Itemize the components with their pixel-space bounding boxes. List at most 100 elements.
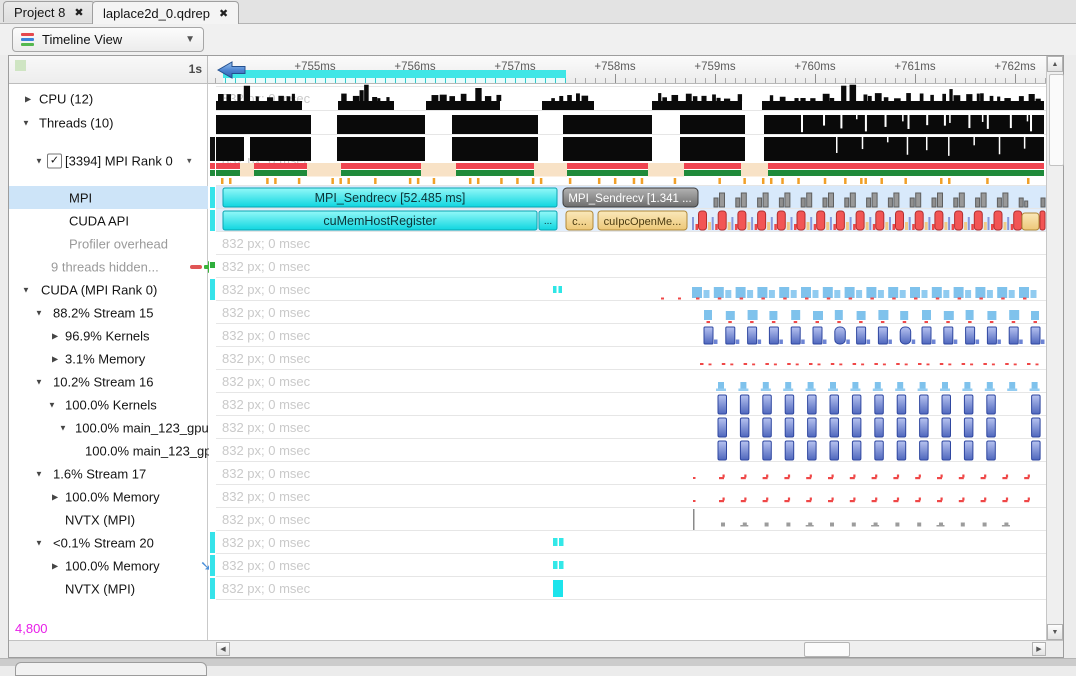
sidebar-item-threads[interactable]: ▼Threads (10) [9,111,208,135]
expand-arrow-icon[interactable]: ▼ [35,308,43,317]
hide-threads-icon[interactable] [190,265,202,269]
tab-qdrep-close-icon[interactable]: ✖ [219,7,228,20]
tab-qdrep[interactable]: laplace2d_0.qdrep ✖ [92,1,239,24]
sidebar-item-label: 100.0% Memory [65,558,160,573]
sidebar-item-profiler-overhead[interactable]: Profiler overhead [9,232,208,255]
sidebar-item-cuda-api[interactable]: CUDA API [9,209,208,232]
timeline-tree: ▶CPU (12)▼Threads (10)▼✓[3394] MPI Rank … [9,84,208,640]
sidebar-item-kernels100[interactable]: ▼100.0% Kernels [9,393,208,416]
sidebar-item-rank0[interactable]: ▼ ✓[3394] MPI Rank 0 ▾ [9,135,208,186]
row-marker-mpi [210,187,215,208]
sidebar-item-label: <0.1% Stream 20 [53,535,154,550]
timeline-row-stream20-row[interactable] [553,538,564,546]
sidebar-item-memory17[interactable]: ▶100.0% Memory [9,485,208,508]
zoom-back-arrow-button[interactable] [216,59,248,81]
timeline-row-kernels969-row[interactable] [704,327,1045,344]
chevron-down-icon[interactable]: ▾ [187,155,192,166]
sidebar-item-memory31[interactable]: ▶ 3.1% Memory [9,347,208,370]
toolbar: Timeline View ▼ 1x i 13 messages [0,24,1076,55]
sidebar-item-label: MPI [69,190,92,205]
thread-checkbox[interactable]: ✓ [47,153,62,168]
expand-arrow-icon[interactable]: ▼ [22,119,30,128]
vertical-scroll-thumb[interactable] [1049,74,1064,166]
sidebar-item-nvtx2[interactable]: NVTX (MPI) [9,577,208,600]
sidebar-item-label: CUDA API [69,213,129,228]
timeline-row-memory17-row[interactable] [693,498,1030,503]
sidebar-item-threads-hidden[interactable]: 9 threads hidden... [9,255,208,278]
sidebar-item-label: [3394] MPI Rank 0 [65,153,173,168]
timeline-row-stream15-row[interactable] [704,310,1039,323]
horizontal-scrollbar[interactable]: ◀ ▶ [216,641,1046,657]
sidebar-item-kernels969[interactable]: ▶ 96.9% Kernels [9,324,208,347]
sidebar-item-cpu[interactable]: ▶CPU (12) [9,87,208,111]
bottom-panel-button[interactable] [15,662,207,676]
collapse-arrow-icon[interactable]: ▶ [52,561,58,570]
timeline-row-stream16-row[interactable] [716,382,1040,391]
svg-text:cuIpcOpenMe...: cuIpcOpenMe... [604,216,682,228]
ruler-selection-ticks [223,78,566,83]
sidebar-item-nvtx1[interactable]: NVTX (MPI) [9,508,208,531]
sidebar-item-stream17[interactable]: ▼ 1.6% Stream 17 [9,462,208,485]
sidebar-item-stream15[interactable]: ▼ 88.2% Stream 15 [9,301,208,324]
scroll-up-icon[interactable]: ▲ [1047,56,1063,72]
timeline-row-main123-row[interactable] [718,418,1040,437]
row-marker-stream20 [210,532,215,553]
sidebar-item-label: 9 threads hidden... [51,259,159,274]
scroll-down-icon[interactable]: ▼ [1047,624,1063,640]
expand-arrow-icon[interactable]: ▼ [35,469,43,478]
timeline-row-cuda-row[interactable] [553,286,1037,300]
ruler-tick-label: +756ms [380,61,450,73]
collapse-arrow-icon[interactable]: ▶ [52,354,58,363]
vertical-scrollbar[interactable]: ▲ ▼ [1046,56,1063,640]
row-marker-cuda [210,279,215,300]
expand-arrow-icon[interactable]: ▼ [22,285,30,294]
sidebar-item-stream16[interactable]: ▼10.2% Stream 16 [9,370,208,393]
timeline-row-nvtx2-row[interactable] [553,580,563,597]
timeline-ruler[interactable]: +755ms+756ms+757ms+758ms+759ms+760ms+761… [208,56,1046,84]
view-selector-dropdown[interactable]: Timeline View ▼ [12,27,204,52]
collapse-arrow-icon[interactable]: ▶ [25,95,31,104]
sidebar-item-cuda[interactable]: ▼CUDA (MPI Rank 0) [9,278,208,301]
timeline-row-cpu-row[interactable] [216,85,1044,110]
chevron-down-icon: ▼ [185,34,195,45]
sidebar-item-main123b[interactable]: 100.0% main_123_gpu [9,439,208,462]
timeline-row-memory31-row[interactable] [700,363,1039,365]
collapse-arrow-icon[interactable]: ▶ [52,331,58,340]
svg-text:c...: c... [572,216,587,228]
sidebar-item-stream20[interactable]: ▼ <0.1% Stream 20 [9,531,208,554]
sidebar-item-main123[interactable]: ▼ 100.0% main_123_gpu [9,416,208,439]
expand-arrow-icon[interactable]: ▼ [48,400,56,409]
timeline-row-main123b-row[interactable] [718,441,1040,460]
sidebar-item-label: 96.9% Kernels [65,328,150,343]
expand-arrow-icon[interactable]: ▼ [35,538,43,547]
sidebar-item-label: 1.6% Stream 17 [53,466,146,481]
expand-arrow-icon[interactable]: ▼ [35,156,43,165]
timeline-row-nvtx1-row[interactable] [693,509,1010,530]
sidebar-item-label: NVTX (MPI) [65,581,135,596]
sidebar-item-label: 100.0% main_123_gpu [75,420,209,435]
scroll-left-icon[interactable]: ◀ [216,642,230,656]
view-selector-label: Timeline View [42,32,122,47]
timeline-row-rank0-row[interactable] [216,137,1044,184]
sidebar-item-memory20[interactable]: ▶100.0% Memory➘ [9,554,208,577]
horizontal-scroll-thumb[interactable] [804,642,850,657]
expand-arrow-icon[interactable]: ▼ [59,423,67,432]
scroll-right-icon[interactable]: ▶ [1032,642,1046,656]
timeline-row-memory20-row[interactable] [553,561,564,569]
timeline-row-stream17-row[interactable] [693,475,1030,480]
svg-text:...: ... [544,216,552,227]
tab-qdrep-label: laplace2d_0.qdrep [103,6,210,21]
expand-arrow-icon[interactable]: ▼ [35,377,43,386]
timeline-canvas[interactable]: MPI_Sendrecv [52.485 ms]MPI_Sendrecv [1.… [216,84,1046,640]
tab-project[interactable]: Project 8 ✖ [3,1,95,22]
timeline-row-cuda-api-row[interactable]: cuMemHostRegister...c...cuIpcOpenMe... [223,211,1045,230]
tab-project-close-icon[interactable]: ✖ [74,6,83,19]
collapse-arrow-icon[interactable]: ▶ [52,492,58,501]
ruler-tick-label: +761ms [880,61,950,73]
sidebar-item-label: 3.1% Memory [65,351,145,366]
timeline-row-threads-row[interactable] [216,115,1044,134]
sidebar-item-mpi[interactable]: MPI [9,186,208,209]
sidebar-item-label: 88.2% Stream 15 [53,305,153,320]
timeline-row-kernels100-row[interactable] [718,395,1040,414]
timeline-row-mpi-row[interactable]: MPI_Sendrecv [52.485 ms]MPI_Sendrecv [1.… [223,188,1046,207]
